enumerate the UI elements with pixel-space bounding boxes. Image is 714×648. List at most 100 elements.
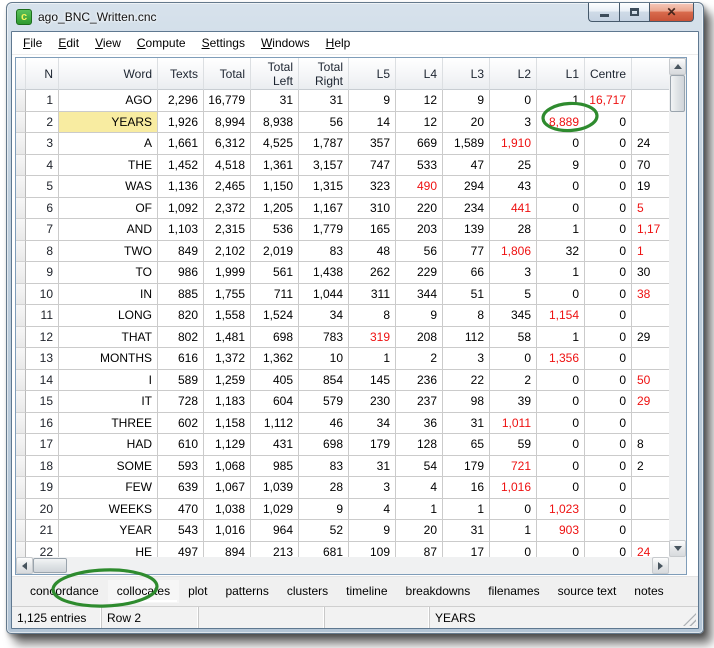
column-header-n[interactable]: N [26,58,59,90]
value-cell[interactable]: 2,465 [204,176,251,198]
value-cell[interactable]: 31 [443,413,490,435]
value-cell[interactable]: 139 [443,219,490,241]
value-cell[interactable]: 0 [537,176,585,198]
value-cell[interactable]: 50 [632,370,669,392]
row-number-cell[interactable]: 9 [26,262,59,284]
value-cell[interactable]: 1 [490,520,537,542]
value-cell[interactable] [632,90,669,112]
value-cell[interactable]: 109 [349,542,396,558]
row-number-cell[interactable]: 7 [26,219,59,241]
tab-source-text[interactable]: source text [549,580,626,603]
row-selector[interactable] [16,198,26,220]
value-cell[interactable]: 220 [396,198,443,220]
column-header-l1[interactable]: L1 [537,58,585,90]
value-cell[interactable]: 36 [396,413,443,435]
value-cell[interactable]: 1,205 [251,198,299,220]
row-number-cell[interactable]: 8 [26,241,59,263]
value-cell[interactable]: 1,910 [490,133,537,155]
value-cell[interactable]: 1,067 [204,477,251,499]
value-cell[interactable]: 802 [158,327,204,349]
value-cell[interactable]: 59 [490,434,537,456]
value-cell[interactable]: 1,661 [158,133,204,155]
column-header-word[interactable]: Word [59,58,158,90]
value-cell[interactable]: 4,525 [251,133,299,155]
row-selector[interactable] [16,305,26,327]
maximize-button[interactable] [619,3,650,22]
value-cell[interactable]: 0 [490,348,537,370]
value-cell[interactable]: 0 [585,198,632,220]
value-cell[interactable]: 87 [396,542,443,558]
value-cell[interactable]: 3 [349,477,396,499]
value-cell[interactable]: 310 [349,198,396,220]
value-cell[interactable]: 405 [251,370,299,392]
value-cell[interactable]: 669 [396,133,443,155]
value-cell[interactable]: 1,150 [251,176,299,198]
value-cell[interactable]: 31 [251,90,299,112]
row-number-cell[interactable]: 17 [26,434,59,456]
tab-clusters[interactable]: clusters [278,580,337,603]
column-header-texts[interactable]: Texts [158,58,204,90]
value-cell[interactable]: 31 [349,456,396,478]
value-cell[interactable]: 43 [490,176,537,198]
value-cell[interactable]: 1,356 [537,348,585,370]
column-header-l2[interactable]: L2 [490,58,537,90]
value-cell[interactable] [632,348,669,370]
value-cell[interactable]: 2,296 [158,90,204,112]
word-cell[interactable]: AGO [59,90,158,112]
value-cell[interactable]: 1,259 [204,370,251,392]
value-cell[interactable]: 1,438 [299,262,349,284]
value-cell[interactable]: 0 [585,413,632,435]
value-cell[interactable]: 20 [396,520,443,542]
value-cell[interactable]: 698 [299,434,349,456]
value-cell[interactable]: 698 [251,327,299,349]
value-cell[interactable]: 20 [443,112,490,134]
value-cell[interactable]: 1,524 [251,305,299,327]
value-cell[interactable]: 885 [158,284,204,306]
value-cell[interactable]: 1,452 [158,155,204,177]
row-number-cell[interactable]: 16 [26,413,59,435]
value-cell[interactable]: 1,023 [537,499,585,521]
column-header-l3[interactable]: L3 [443,58,490,90]
value-cell[interactable]: 0 [537,542,585,558]
value-cell[interactable]: 3,157 [299,155,349,177]
value-cell[interactable]: 1,999 [204,262,251,284]
value-cell[interactable]: 0 [537,370,585,392]
value-cell[interactable]: 262 [349,262,396,284]
row-number-cell[interactable]: 11 [26,305,59,327]
value-cell[interactable]: 8 [349,305,396,327]
value-cell[interactable]: 2 [396,348,443,370]
word-cell[interactable]: IN [59,284,158,306]
value-cell[interactable]: 1,372 [204,348,251,370]
value-cell[interactable] [632,520,669,542]
value-cell[interactable]: 65 [443,434,490,456]
menu-item-view[interactable]: View [87,34,129,52]
value-cell[interactable]: 1,167 [299,198,349,220]
value-cell[interactable]: 1,315 [299,176,349,198]
value-cell[interactable]: 783 [299,327,349,349]
value-cell[interactable]: 1,029 [251,499,299,521]
value-cell[interactable]: 34 [299,305,349,327]
value-cell[interactable]: 0 [585,542,632,558]
value-cell[interactable]: 5 [632,198,669,220]
value-cell[interactable]: 4 [396,477,443,499]
value-cell[interactable]: 112 [443,327,490,349]
value-cell[interactable]: 589 [158,370,204,392]
value-cell[interactable]: 6,312 [204,133,251,155]
value-cell[interactable]: 1,011 [490,413,537,435]
row-number-cell[interactable]: 20 [26,499,59,521]
value-cell[interactable]: 31 [443,520,490,542]
value-cell[interactable]: 616 [158,348,204,370]
value-cell[interactable]: 1,038 [204,499,251,521]
close-button[interactable]: ✕ [650,3,694,22]
word-cell[interactable]: MONTHS [59,348,158,370]
row-selector[interactable] [16,241,26,263]
row-number-cell[interactable]: 12 [26,327,59,349]
tab-concordance[interactable]: concordance [21,580,108,603]
value-cell[interactable]: 0 [585,370,632,392]
word-cell[interactable]: YEARS [59,112,158,134]
value-cell[interactable]: 0 [585,155,632,177]
value-cell[interactable]: 9 [349,520,396,542]
menu-item-help[interactable]: Help [318,34,359,52]
value-cell[interactable]: 820 [158,305,204,327]
value-cell[interactable]: 294 [443,176,490,198]
